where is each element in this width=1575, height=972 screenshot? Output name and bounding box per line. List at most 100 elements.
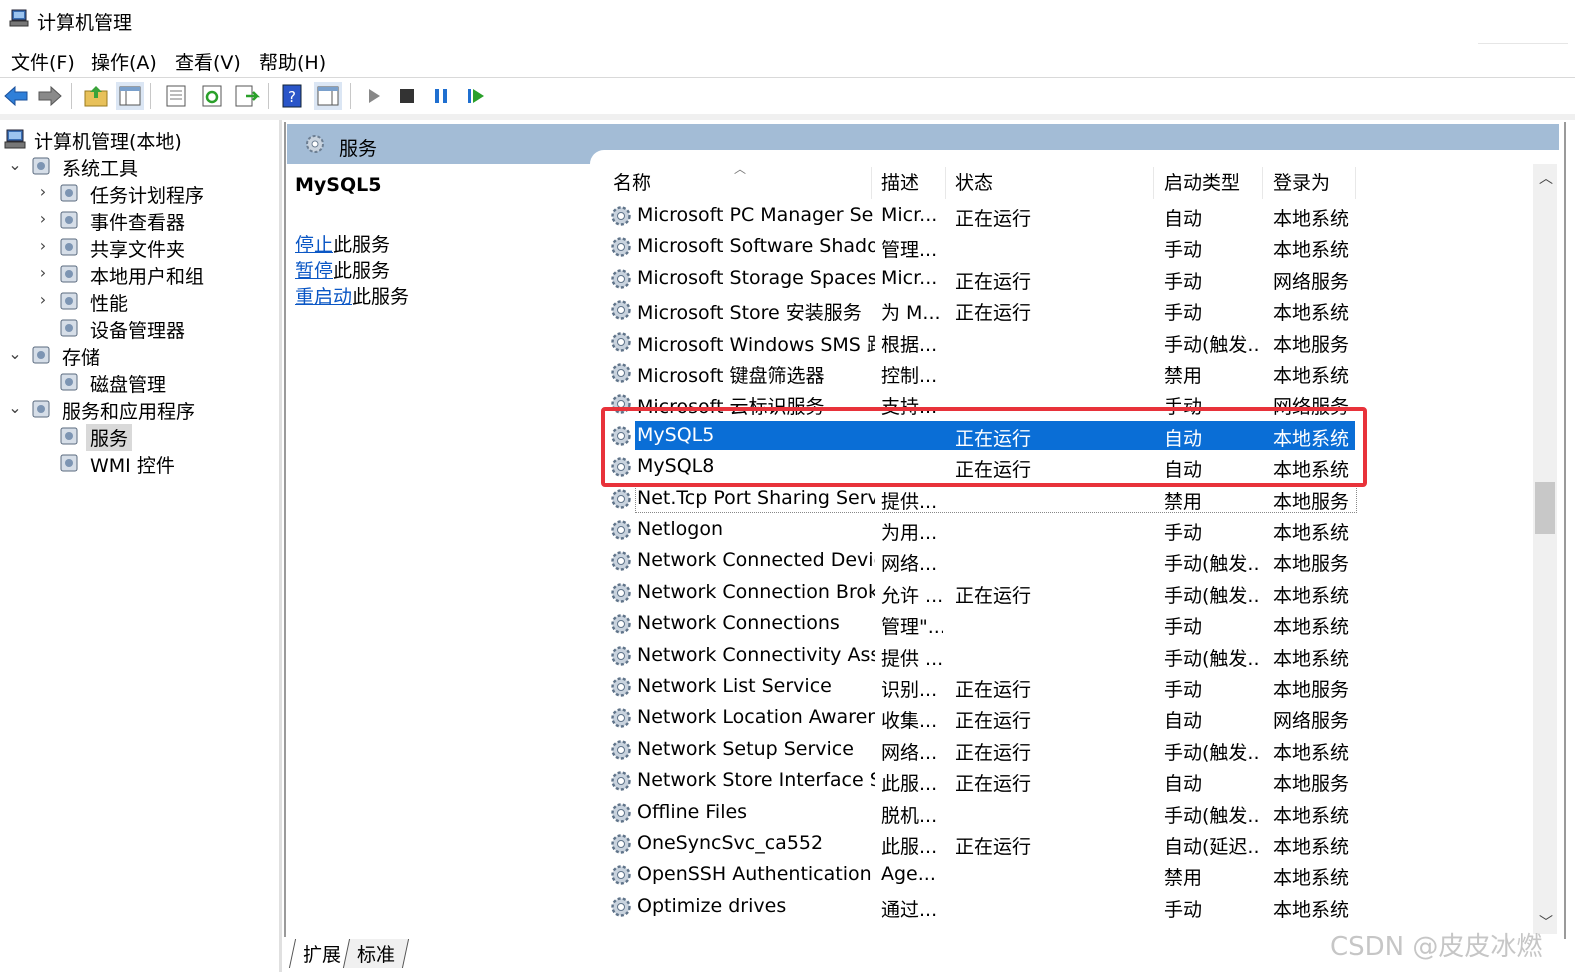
- cell-startup: 手动: [1164, 926, 1260, 928]
- gear-icon: [611, 331, 631, 352]
- table-row[interactable]: Network Connections 管理"... 手动 本地系统: [605, 608, 1533, 639]
- cell-startup: 自动(延迟...: [1164, 836, 1260, 858]
- table-row[interactable]: Microsoft Windows SMS 路... 根据... 手动(触发... 本…: [605, 326, 1533, 357]
- menu-file[interactable]: 文件(F): [11, 48, 75, 75]
- table-row[interactable]: Network Location Awarene... 收集... 正在运行 自动 网络…: [605, 702, 1533, 733]
- table-row[interactable]: Network Store Interface Se... 此服... 正在运行 自动…: [605, 765, 1533, 796]
- cell-startup: 手动: [1164, 679, 1203, 701]
- chevron-down-icon[interactable]: ⌄: [8, 398, 22, 417]
- cell-name: Optimize drives: [637, 894, 787, 917]
- gear-icon: [611, 520, 631, 540]
- chevron-down-icon[interactable]: ⌄: [8, 155, 22, 174]
- stop-service-icon[interactable]: [393, 82, 421, 110]
- table-row[interactable]: Optimize drives 通过... 手动 本地系统: [605, 891, 1533, 922]
- cell-startup: 自动: [1164, 208, 1203, 230]
- restart-link[interactable]: 重启动: [295, 286, 352, 308]
- cell-desc: 允许 ...: [881, 584, 943, 607]
- table-row[interactable]: Microsoft PC Manager Serv... Micr... 正在运行 自…: [605, 200, 1533, 231]
- chevron-right-icon[interactable]: ›: [36, 290, 50, 309]
- cell-name: Network Connected Devic...: [637, 549, 875, 572]
- table-row[interactable]: Network Connection Broker 允许 ... 正在运行 手动(触发…: [605, 577, 1533, 608]
- tree-label: 服务和应用程序: [62, 401, 196, 423]
- chevron-right-icon[interactable]: ›: [36, 182, 50, 201]
- cell-startup: 手动(触发...: [1164, 804, 1260, 827]
- event-viewer-icon: [60, 211, 78, 229]
- gear-icon: [611, 740, 631, 760]
- column-header-startup-type[interactable]: 启动类型: [1156, 167, 1263, 199]
- cell-desc: 根据...: [881, 333, 938, 356]
- cell-desc: 管理...: [881, 239, 938, 262]
- column-header-status[interactable]: 状态: [947, 167, 1154, 199]
- cell-name: Peer Name Resolution P...: [637, 926, 875, 928]
- table-row[interactable]: Microsoft Storage Spaces S... Micr... 正在运行…: [605, 263, 1533, 294]
- table-row[interactable]: Network Connected Devic... 网络... 手动(触发... 本…: [605, 545, 1533, 576]
- cell-desc: 提供 ...: [881, 647, 943, 670]
- table-row[interactable]: OneSyncSvc_ca552 此服... 正在运行 自动(延迟... 本地系统: [605, 828, 1533, 859]
- stop-link[interactable]: 停止: [295, 234, 333, 256]
- menu-bar: 文件(F) 操作(A) 查看(V) 帮助(H): [0, 46, 1575, 76]
- tree-label: WMI 控件: [90, 455, 175, 477]
- show-hide-action-pane-icon[interactable]: [314, 82, 342, 110]
- cell-startup: 自动: [1164, 773, 1203, 796]
- menu-action[interactable]: 操作(A): [91, 48, 157, 75]
- cell-startup: 手动: [1164, 270, 1203, 293]
- up-folder-icon[interactable]: [82, 82, 110, 110]
- chevron-right-icon[interactable]: ›: [36, 209, 50, 228]
- stop-service-action: 停止此服务: [295, 234, 391, 256]
- scroll-up-icon[interactable]: ︿: [1539, 168, 1553, 188]
- tree-label: 存储: [62, 347, 101, 369]
- performance-icon: [60, 292, 78, 310]
- start-service-icon[interactable]: [360, 82, 388, 110]
- gear-icon: [60, 427, 78, 445]
- cell-name: Network List Service: [637, 675, 832, 697]
- table-row[interactable]: Microsoft Software Shado... 管理... 手动 本地系统: [605, 231, 1533, 262]
- menu-view[interactable]: 查看(V): [175, 48, 241, 75]
- cell-logon: 本地系统: [1273, 208, 1350, 230]
- tree-label: 服务: [86, 424, 133, 451]
- table-row[interactable]: Microsoft 键盘筛选器 控制... 禁用 本地系统: [605, 357, 1533, 388]
- tab-standard[interactable]: 标准: [342, 939, 410, 968]
- refresh-icon[interactable]: [198, 82, 226, 110]
- resume-service-icon[interactable]: [462, 82, 490, 110]
- highlight-annotation-box: [601, 407, 1367, 487]
- pause-service-action: 暂停此服务: [295, 260, 391, 282]
- table-row[interactable]: Network List Service 识别... 正在运行 手动 本地服务: [605, 671, 1533, 702]
- export-list-icon[interactable]: [232, 82, 260, 110]
- help-icon[interactable]: ?: [278, 82, 306, 110]
- menu-help[interactable]: 帮助(H): [259, 48, 326, 75]
- pause-service-icon[interactable]: [427, 82, 455, 110]
- cell-logon: 本地系统: [1273, 867, 1350, 890]
- vertical-scrollbar[interactable]: ︿ ﹀: [1533, 164, 1557, 934]
- cell-status: 正在运行: [955, 270, 1032, 293]
- cell-logon: 本地系统: [1273, 365, 1350, 387]
- table-row[interactable]: Network Connectivity Assis... 提供 ... 手动(触发…: [605, 640, 1533, 671]
- forward-arrow-icon[interactable]: [36, 82, 64, 110]
- services-apps-icon: [32, 400, 50, 418]
- cell-desc: Micr...: [881, 204, 938, 226]
- properties-icon[interactable]: [162, 82, 190, 110]
- cell-status: 正在运行: [955, 773, 1032, 796]
- tree-label: 任务计划程序: [90, 185, 205, 207]
- show-hide-tree-icon[interactable]: [116, 82, 144, 110]
- table-row[interactable]: Netlogon 为用... 手动 本地系统: [605, 514, 1533, 545]
- column-header-logon-as[interactable]: 登录为: [1265, 167, 1356, 199]
- table-row[interactable]: Network Setup Service 网络... 正在运行 手动(触发... 本地…: [605, 734, 1533, 765]
- cell-desc: Age...: [881, 863, 936, 886]
- table-row[interactable]: Net.Tcp Port Sharing Service 提供... 禁用 本地服务: [605, 483, 1533, 514]
- column-header-description[interactable]: 描述: [873, 167, 946, 199]
- back-arrow-icon[interactable]: [2, 82, 30, 110]
- gear-icon: [611, 363, 631, 383]
- cell-name: Offline Files: [637, 800, 748, 823]
- table-row[interactable]: Offline Files 脱机... 手动(触发... 本地系统: [605, 797, 1533, 828]
- table-row[interactable]: OpenSSH Authentication ... Age... 禁用 本地系统: [605, 859, 1533, 890]
- chevron-right-icon[interactable]: ›: [36, 236, 50, 255]
- cell-status: 正在运行: [955, 741, 1032, 764]
- watermark: CSDN @皮皮冰燃: [1330, 932, 1543, 962]
- pause-link[interactable]: 暂停: [295, 260, 333, 282]
- cell-logon: 本地系统: [1273, 302, 1350, 325]
- chevron-down-icon[interactable]: ⌄: [8, 344, 22, 363]
- table-row[interactable]: Microsoft Store 安装服务为 M... 正在运行 手动 本地系统: [605, 294, 1533, 325]
- scrollbar-thumb[interactable]: [1535, 482, 1555, 534]
- gear-icon: [611, 802, 631, 823]
- chevron-right-icon[interactable]: ›: [36, 263, 50, 282]
